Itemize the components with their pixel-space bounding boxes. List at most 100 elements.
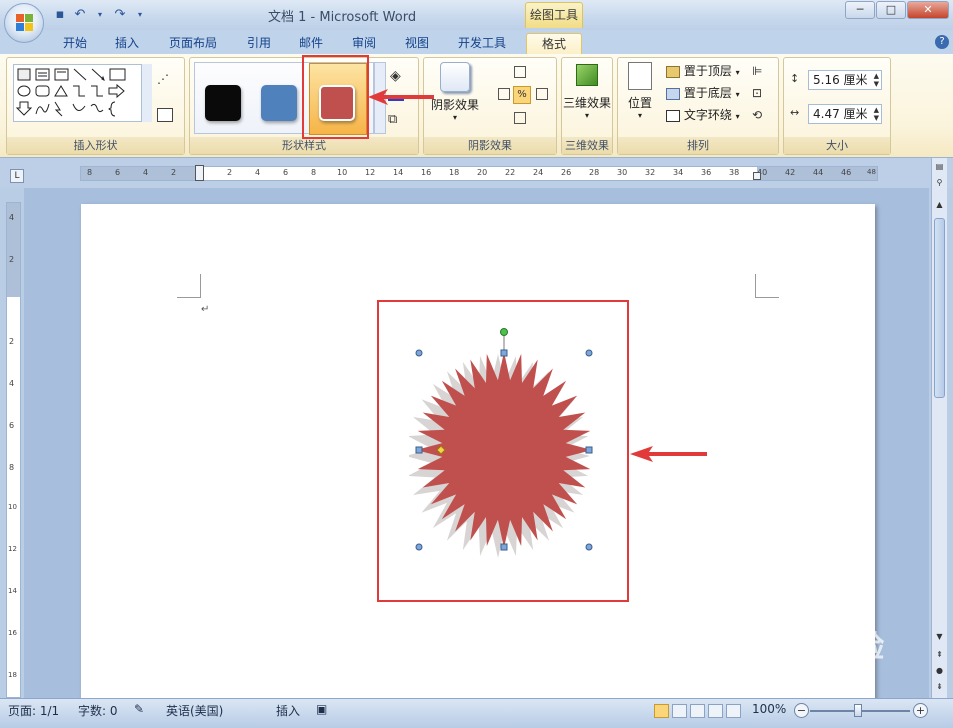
vertical-scrollbar[interactable]: ▤ ⚲ ▲ ▼ ⇞ ● ⇟	[931, 158, 947, 698]
next-page-icon[interactable]: ⇟	[933, 680, 946, 693]
resize-handle-e[interactable]	[585, 446, 593, 454]
tab-page-layout[interactable]: 页面布局	[160, 33, 226, 54]
star-shape-body[interactable]	[409, 352, 592, 558]
shapes-gallery[interactable]	[13, 64, 151, 122]
draft-view-button[interactable]	[726, 704, 741, 718]
outline-view-button[interactable]	[708, 704, 723, 718]
resize-handle-s[interactable]	[500, 543, 508, 551]
text-box-icon[interactable]	[157, 108, 173, 122]
zoom-in-icon[interactable]: +	[913, 703, 928, 718]
shapes-gallery-scroll[interactable]	[141, 64, 152, 122]
zoom-slider-knob[interactable]	[854, 704, 862, 717]
resize-handle-n[interactable]	[500, 349, 508, 357]
star-shape[interactable]	[409, 328, 599, 558]
text-wrapping-button[interactable]: 文字环绕 ▾	[666, 106, 740, 124]
window-controls: ─ □ ✕	[844, 1, 949, 19]
shape-fill-icon[interactable]: ◈	[390, 68, 401, 84]
scroll-up-icon[interactable]: ▲	[933, 198, 946, 211]
right-indent-marker-icon[interactable]	[753, 172, 761, 180]
edit-shape-icon[interactable]: ⋰	[157, 72, 177, 88]
paragraph-mark-icon: ↵	[201, 304, 210, 315]
status-page[interactable]: 页面: 1/1	[8, 702, 59, 719]
send-to-back-button[interactable]: 置于底层 ▾	[666, 84, 740, 102]
horizontal-ruler[interactable]: 8 6 4 2 2 4 6 8 10 12 14 16 18 20 22 24 …	[80, 165, 878, 181]
status-insert-mode[interactable]: 插入	[276, 702, 300, 719]
change-shape-icon[interactable]: ⧉	[388, 112, 397, 127]
tab-home[interactable]: 开始	[54, 33, 96, 54]
zoom-out-icon[interactable]: −	[794, 703, 809, 718]
dropdown-icon[interactable]: ▾	[92, 7, 108, 23]
quick-access-toolbar: ▪ ↶ ▾ ↷ ▾	[52, 6, 148, 24]
text-wrap-icon	[666, 109, 680, 122]
position-icon	[628, 62, 652, 90]
nudge-shadow-icons[interactable]: %	[494, 64, 552, 130]
resize-handle-se[interactable]	[585, 543, 593, 551]
customize-qat-icon[interactable]: ▾	[132, 7, 148, 23]
tab-selector-icon[interactable]: L	[10, 169, 24, 183]
status-word-count[interactable]: 字数: 0	[78, 702, 118, 719]
3d-effects-button[interactable]: 三维效果 ▾	[562, 64, 612, 120]
group-label-insert-shapes: 插入形状	[7, 137, 184, 154]
tab-insert[interactable]: 插入	[106, 33, 148, 54]
split-view-icon[interactable]: ▤	[933, 160, 946, 173]
tab-view[interactable]: 视图	[396, 33, 438, 54]
group-size: ↕ 5.16 厘米 ▲▼ ↔ 4.47 厘米 ▲▼ ↘ 大小	[783, 57, 891, 155]
resize-handle-w[interactable]	[415, 446, 423, 454]
width-spinner-icon[interactable]: ▲ ▼	[874, 106, 879, 122]
tab-references[interactable]: 引用	[238, 33, 280, 54]
highlight-frame-style	[302, 55, 369, 139]
macro-record-icon[interactable]: ▣	[316, 702, 327, 716]
group-3d-effects: 三维效果 ▾ 三维效果	[561, 57, 613, 155]
status-bar: 页面: 1/1 字数: 0 ✎ 英语(美国) 插入 ▣ 100% − +	[0, 698, 953, 728]
resize-handle-nw[interactable]	[415, 349, 423, 357]
tab-format[interactable]: 格式	[526, 33, 582, 54]
maximize-button[interactable]: □	[876, 1, 906, 19]
undo-icon[interactable]: ↶	[72, 7, 88, 23]
align-icon[interactable]: ⊫	[752, 64, 762, 78]
close-button[interactable]: ✕	[907, 1, 949, 19]
group-label-3d-effects: 三维效果	[562, 137, 612, 154]
zoom-level[interactable]: 100%	[752, 702, 786, 716]
minimize-button[interactable]: ─	[845, 1, 875, 19]
save-icon[interactable]: ▪	[52, 7, 68, 23]
tab-mailings[interactable]: 邮件	[290, 33, 332, 54]
style-swatch-black[interactable]	[205, 85, 241, 121]
resize-handle-ne[interactable]	[585, 349, 593, 357]
group-label-shadow-effects: 阴影效果	[424, 137, 556, 154]
redo-icon[interactable]: ↷	[112, 7, 128, 23]
group-label-shape-styles: 形状样式	[190, 137, 418, 154]
browse-object-icon[interactable]: ●	[933, 664, 946, 677]
style-swatch-blue[interactable]	[261, 85, 297, 121]
office-button[interactable]	[4, 3, 44, 43]
rotation-handle[interactable]	[500, 328, 508, 336]
group-shadow-effects: 阴影效果 ▾ % 阴影效果	[423, 57, 557, 155]
width-icon: ↔	[790, 106, 800, 119]
position-button[interactable]: 位置 ▾	[620, 62, 660, 120]
group-objects-icon[interactable]: ⊡	[752, 86, 762, 100]
bring-to-front-button[interactable]: 置于顶层 ▾	[666, 62, 740, 80]
ribbon-tabs: 开始 插入 页面布局 引用 邮件 审阅 视图 开发工具 格式 ?	[0, 30, 953, 54]
scroll-thumb[interactable]	[934, 218, 945, 398]
shape-width-input[interactable]: 4.47 厘米 ▲ ▼	[808, 104, 882, 124]
group-label-arrange: 排列	[618, 137, 778, 154]
shadow-effects-button[interactable]: 阴影效果 ▾	[428, 62, 482, 122]
office-logo-icon	[16, 14, 34, 32]
web-layout-button[interactable]	[690, 704, 705, 718]
status-language[interactable]: 英语(美国)	[166, 702, 223, 719]
tab-review[interactable]: 审阅	[343, 33, 385, 54]
prev-page-icon[interactable]: ⇞	[933, 648, 946, 661]
shape-height-input[interactable]: 5.16 厘米 ▲ ▼	[808, 70, 882, 90]
print-layout-view-button[interactable]	[654, 704, 669, 718]
indent-marker-icon[interactable]	[195, 165, 204, 181]
shadow-icon	[440, 62, 470, 92]
height-spinner-icon[interactable]: ▲ ▼	[874, 72, 879, 88]
help-icon[interactable]: ?	[935, 35, 949, 49]
proofing-icon[interactable]: ✎	[134, 702, 144, 716]
rotate-icon[interactable]: ⟲	[752, 108, 762, 122]
resize-handle-sw[interactable]	[415, 543, 423, 551]
vertical-ruler[interactable]: 4 2 2 4 6 8 10 12 14 16 18	[6, 202, 21, 698]
ruler-toggle-icon[interactable]: ⚲	[933, 176, 946, 189]
scroll-down-icon[interactable]: ▼	[933, 630, 946, 643]
tab-developer[interactable]: 开发工具	[449, 33, 515, 54]
full-screen-reading-button[interactable]	[672, 704, 687, 718]
